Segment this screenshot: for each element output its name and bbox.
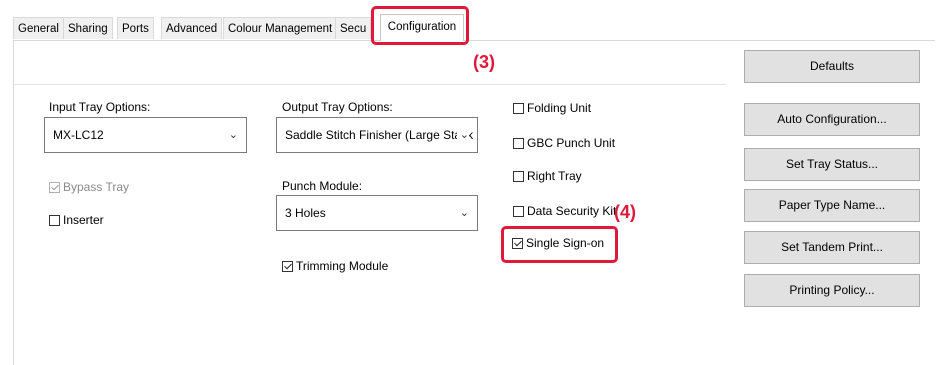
chevron-down-icon: ⌄ <box>228 129 238 141</box>
panel-border <box>13 40 14 365</box>
tab-sharing[interactable]: Sharing <box>63 17 113 39</box>
checkbox-icon <box>513 170 524 182</box>
folding-unit-checkbox[interactable]: Folding Unit <box>513 101 591 115</box>
gbc-punch-unit-checkbox[interactable]: GBC Punch Unit <box>513 136 615 150</box>
inserter-label: Inserter <box>63 213 104 227</box>
right-tray-checkbox[interactable]: Right Tray <box>513 169 582 183</box>
single-sign-on-highlight-box <box>501 226 618 263</box>
tab-ports[interactable]: Ports <box>117 17 154 39</box>
tab-strip: General Sharing Ports Advanced Colour Ma… <box>13 10 935 46</box>
printing-policy-button[interactable]: Printing Policy... <box>744 274 920 307</box>
set-tray-status-button[interactable]: Set Tray Status... <box>744 148 920 181</box>
panel-separator <box>14 84 726 85</box>
checkbox-icon <box>282 260 293 272</box>
auto-configuration-button[interactable]: Auto Configuration... <box>744 103 920 136</box>
step-3-callout: (3) <box>473 52 495 72</box>
punch-module-select[interactable]: 3 Holes ⌄ <box>276 195 478 231</box>
step-4-callout: (4) <box>614 202 636 222</box>
inserter-checkbox[interactable]: Inserter <box>49 213 104 227</box>
output-tray-select[interactable]: Saddle Stitch Finisher (Large Stack ⌄ <box>276 117 478 153</box>
tab-security[interactable]: Secu <box>335 17 372 39</box>
input-tray-label: Input Tray Options: <box>49 100 151 114</box>
set-tandem-print-button[interactable]: Set Tandem Print... <box>744 231 920 264</box>
checkbox-icon <box>49 214 60 226</box>
output-tray-label: Output Tray Options: <box>282 100 393 114</box>
chevron-down-icon: ⌄ <box>456 118 469 152</box>
tab-advanced[interactable]: Advanced <box>161 17 223 39</box>
checkbox-icon <box>513 205 524 217</box>
bypass-tray-label: Bypass Tray <box>63 180 130 194</box>
punch-module-label: Punch Module: <box>282 179 363 193</box>
right-tray-label: Right Tray <box>527 169 582 183</box>
punch-module-value: 3 Holes <box>285 206 326 220</box>
checkbox-icon <box>513 137 524 149</box>
data-security-kit-checkbox[interactable]: Data Security Kit <box>513 204 616 218</box>
tab-general[interactable]: General <box>13 17 64 39</box>
checkbox-icon <box>49 181 60 193</box>
gbc-punch-unit-label: GBC Punch Unit <box>527 136 616 150</box>
paper-type-name-button[interactable]: Paper Type Name... <box>744 189 920 222</box>
trimming-module-label: Trimming Module <box>296 259 389 273</box>
output-tray-value: Saddle Stitch Finisher (Large Stack <box>285 128 474 142</box>
input-tray-select[interactable]: MX-LC12 ⌄ <box>44 117 247 153</box>
tab-colour-management[interactable]: Colour Management <box>223 17 338 39</box>
checkbox-icon <box>513 102 524 114</box>
tab-strip-divider <box>13 40 935 41</box>
trimming-module-checkbox[interactable]: Trimming Module <box>282 259 388 273</box>
tab-highlight-box <box>371 6 469 45</box>
chevron-down-icon: ⌄ <box>459 207 469 219</box>
defaults-button[interactable]: Defaults <box>744 50 920 83</box>
data-security-kit-label: Data Security Kit <box>527 204 617 218</box>
input-tray-value: MX-LC12 <box>53 128 104 142</box>
folding-unit-label: Folding Unit <box>527 101 592 115</box>
bypass-tray-checkbox[interactable]: Bypass Tray <box>49 180 129 194</box>
